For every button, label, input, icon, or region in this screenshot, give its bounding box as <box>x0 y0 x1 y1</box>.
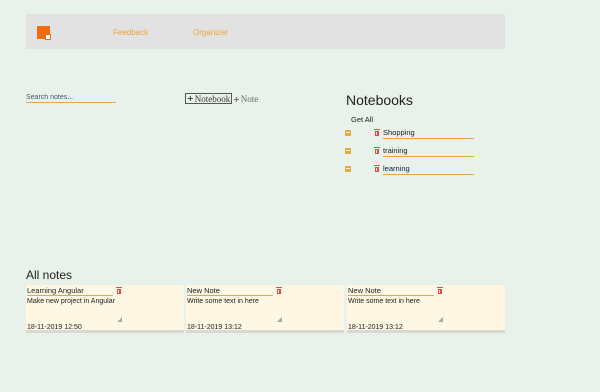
note-title-field[interactable]: Learning Angular <box>27 286 113 296</box>
note-body-field[interactable]: Make new project in Angular <box>27 297 123 322</box>
notebook-name[interactable]: Shopping <box>383 128 474 139</box>
notebook-item[interactable]: Shopping <box>345 128 475 140</box>
add-note-label: Note <box>240 94 259 104</box>
resize-handle-icon[interactable] <box>277 317 282 322</box>
notebook-icon <box>345 166 351 172</box>
trash-icon[interactable] <box>374 147 380 155</box>
search-input[interactable] <box>26 92 116 103</box>
nav-link-feedback[interactable]: Feedback <box>113 28 148 37</box>
trash-icon[interactable] <box>276 287 282 295</box>
trash-icon[interactable] <box>116 287 122 295</box>
resize-handle-icon[interactable] <box>117 317 122 322</box>
notebook-item[interactable]: training <box>345 146 475 158</box>
navbar: Feedback Organizer <box>26 14 505 49</box>
notebook-icon <box>345 148 351 154</box>
plus-icon: + <box>233 94 240 104</box>
add-notebook-label: Notebook <box>194 93 231 104</box>
note-card: Learning Angular Make new project in Ang… <box>26 285 184 333</box>
note-date: 18-11-2019 13:12 <box>187 324 242 331</box>
note-body-field[interactable]: Write some text in here <box>348 297 444 322</box>
note-card: New Note Write some text in here 18-11-2… <box>347 285 505 333</box>
note-card: New Note Write some text in here 18-11-2… <box>186 285 344 333</box>
notebook-name[interactable]: learning <box>383 164 474 175</box>
note-date: 18-11-2019 13:12 <box>348 324 403 331</box>
app-logo-icon[interactable] <box>37 26 51 40</box>
plus-icon: + <box>187 94 194 103</box>
note-date: 18-11-2019 12:50 <box>27 324 82 331</box>
nav-link-organizer[interactable]: Organizer <box>193 28 228 37</box>
resize-handle-icon[interactable] <box>438 317 443 322</box>
trash-icon[interactable] <box>437 287 443 295</box>
get-all-button[interactable]: Get All <box>351 115 373 124</box>
notebook-item[interactable]: learning <box>345 164 475 176</box>
trash-icon[interactable] <box>374 129 380 137</box>
trash-icon[interactable] <box>374 165 380 173</box>
notebooks-heading: Notebooks <box>346 92 413 108</box>
note-body-field[interactable]: Write some text in here <box>187 297 283 322</box>
add-note-button[interactable]: + Note <box>232 94 259 104</box>
notebook-icon <box>345 130 351 136</box>
all-notes-heading: All notes <box>26 268 73 282</box>
note-title-field[interactable]: New Note <box>348 286 434 296</box>
note-title-field[interactable]: New Note <box>187 286 273 296</box>
notebook-name[interactable]: training <box>383 146 474 157</box>
add-notebook-button[interactable]: + Notebook <box>185 93 233 104</box>
